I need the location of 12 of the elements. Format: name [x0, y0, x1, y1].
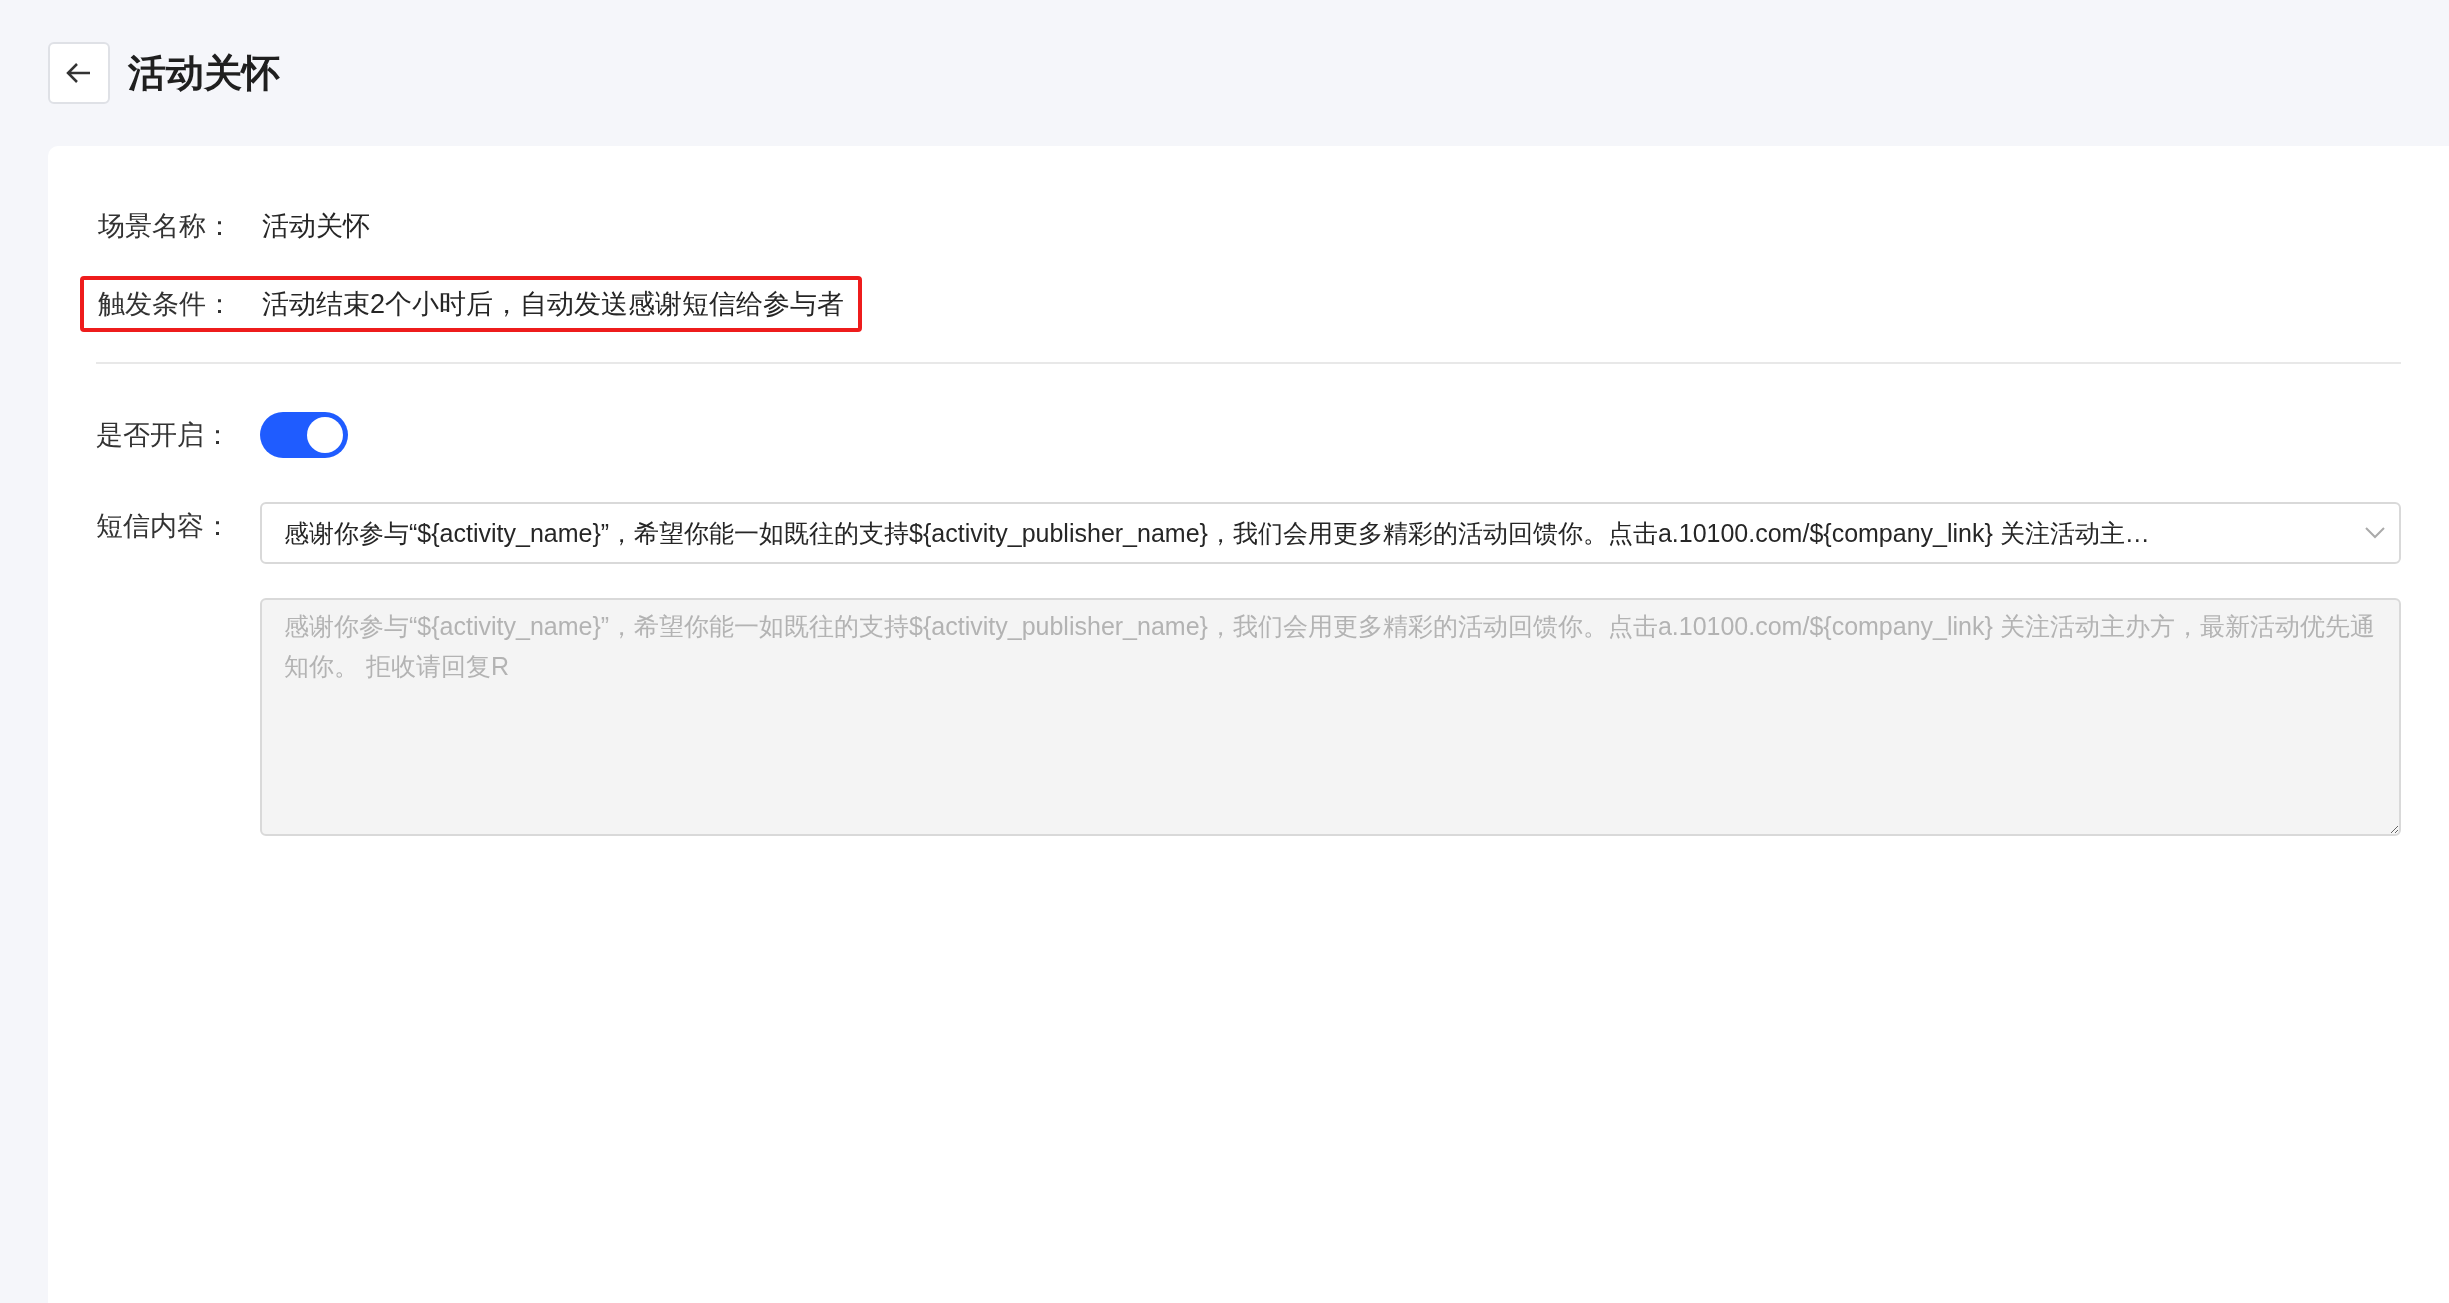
toggle-switch[interactable]: [260, 412, 348, 458]
field-label: 短信内容：: [96, 510, 232, 543]
field-label: 场景名称：: [98, 210, 234, 243]
field-value: 活动关怀: [262, 210, 370, 243]
field-label: 触发条件：: [98, 288, 234, 321]
field-value: 活动结束2个小时后，自动发送感谢短信给参与者: [262, 288, 845, 321]
back-arrow-icon: [66, 62, 92, 84]
field-label: 是否开启：: [96, 419, 232, 452]
page-title: 活动关怀: [128, 50, 280, 96]
back-button[interactable]: [48, 42, 110, 104]
template-select[interactable]: 感谢你参与“${activity_name}”，希望你能一如既往的支持${activity_publisher_name}，我们会用更多精彩的活动回馈你。点击a.10100.com/${company_link} 关注活动主…: [260, 502, 2401, 564]
chevron-down-icon: [2365, 527, 2385, 539]
